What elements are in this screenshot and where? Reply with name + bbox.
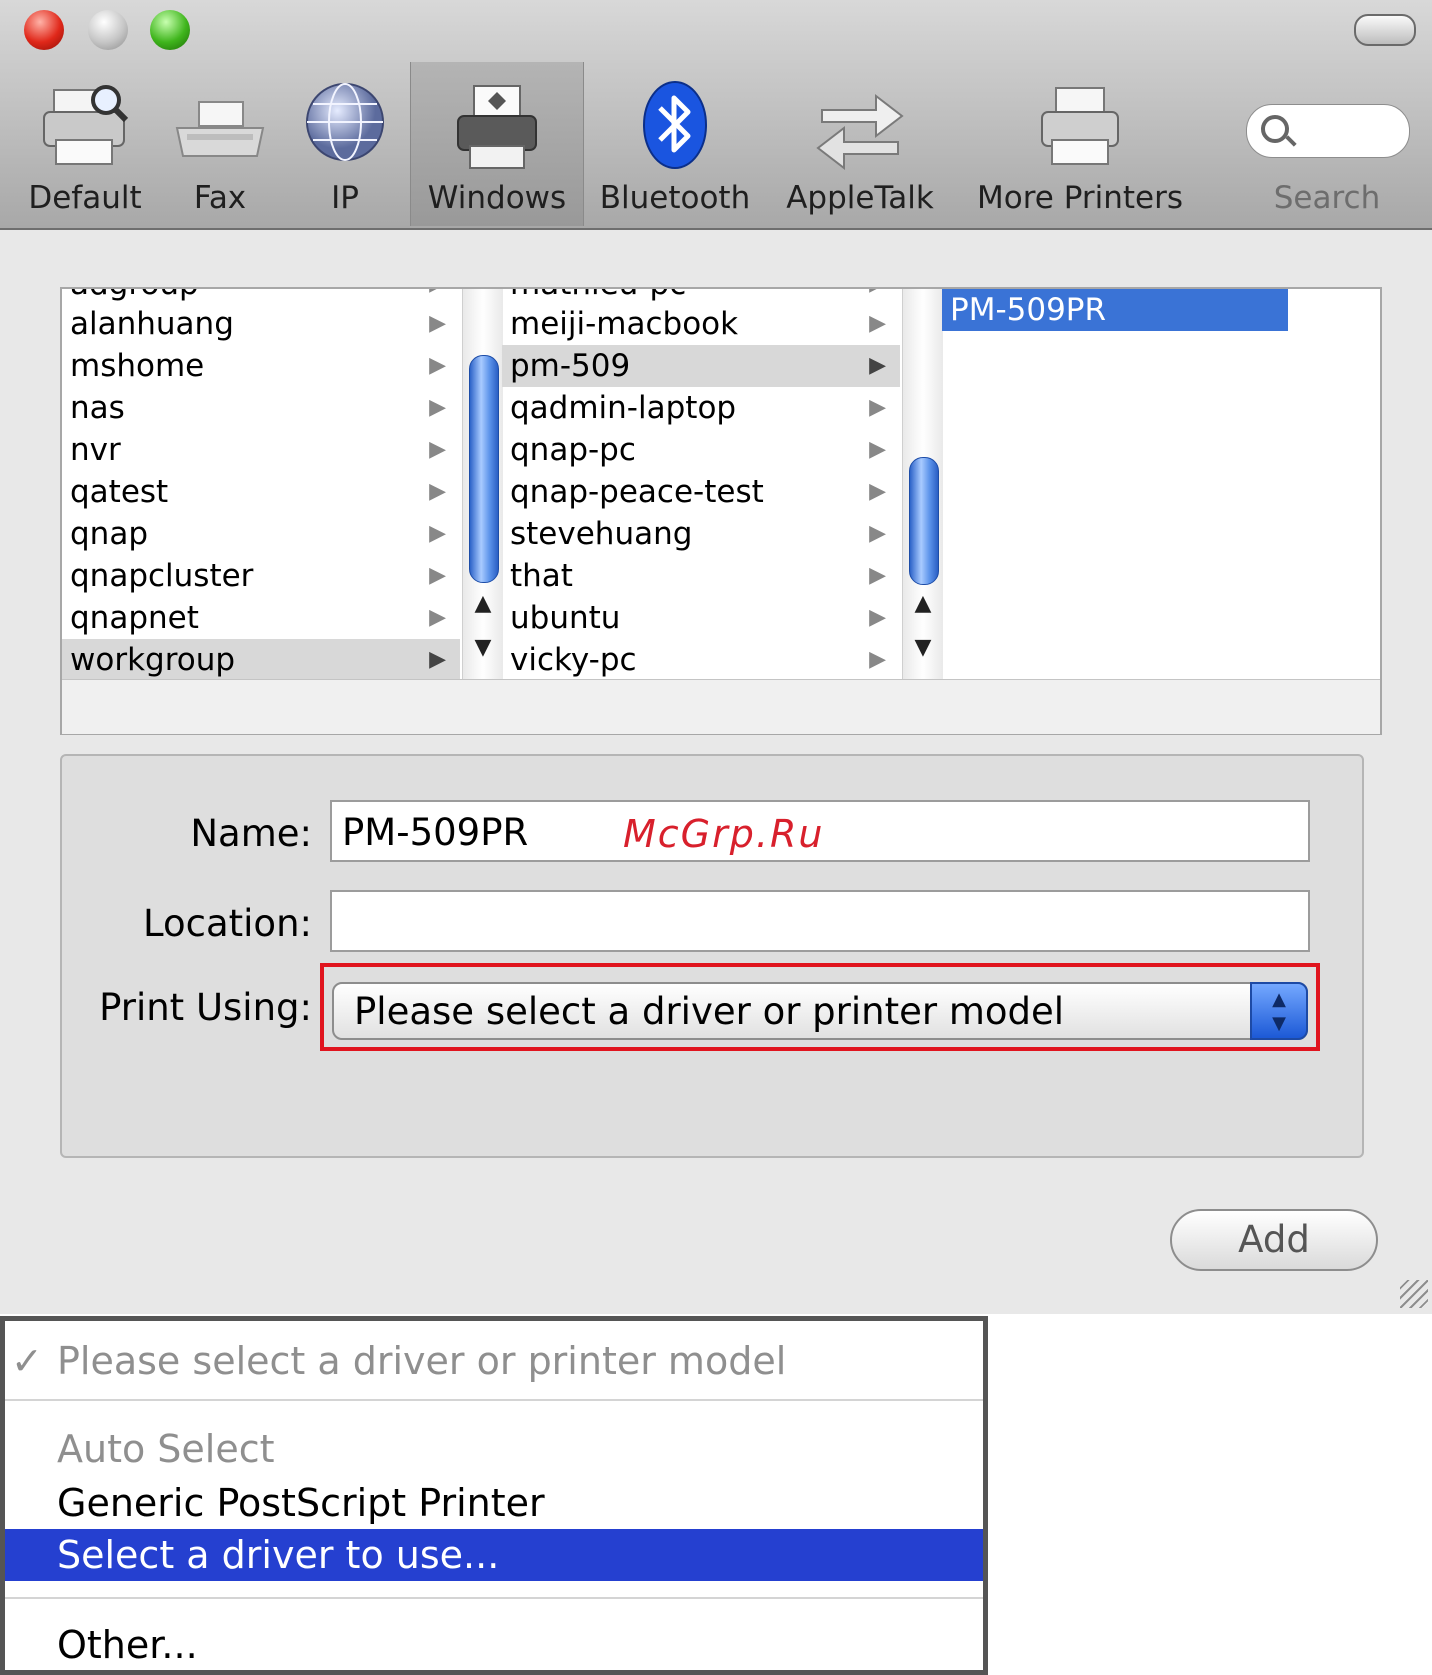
printer-browser: adgroup▶ alanhuang▶ mshome▶ nas▶ nvr▶ qa…: [60, 287, 1382, 735]
checkmark-icon: ✓: [11, 1339, 43, 1383]
toolbar-toggle-button[interactable]: [1354, 14, 1416, 46]
location-field[interactable]: [330, 890, 1310, 952]
chevron-right-icon: ▶: [429, 479, 446, 504]
list-item-selected[interactable]: workgroup ▶: [62, 639, 460, 679]
watermark: McGrp.Ru: [623, 812, 825, 856]
column2-scrollbar[interactable]: ▲ ▼: [902, 289, 943, 679]
list-item[interactable]: qnap ▶: [62, 513, 460, 555]
location-label: Location:: [143, 902, 312, 945]
column1-scrollbar[interactable]: ▲ ▼: [462, 289, 503, 679]
menu-separator: [5, 1597, 983, 1599]
horizontal-scrollbar[interactable]: [62, 679, 1380, 734]
menu-item-select-driver[interactable]: Select a driver to use...: [5, 1529, 983, 1581]
list-item[interactable]: meiji-macbook ▶: [502, 303, 900, 345]
scroll-thumb[interactable]: [469, 355, 499, 583]
list-item[interactable]: qnapcluster ▶: [62, 555, 460, 597]
chevron-right-icon: ▶: [869, 395, 886, 420]
list-item[interactable]: qnap-peace-test ▶: [502, 471, 900, 513]
chevron-right-icon: ▶: [869, 437, 886, 462]
chevron-right-icon: ▶: [429, 563, 446, 588]
chevron-right-icon: ▶: [869, 521, 886, 546]
toolbar-ip-label: IP: [331, 180, 359, 216]
highlight-frame: [320, 963, 1320, 1051]
toolbar-fax-label: Fax: [193, 180, 247, 216]
toolbar-bluetooth[interactable]: Bluetooth: [595, 70, 755, 220]
list-item[interactable]: qatest ▶: [62, 471, 460, 513]
resize-grip-icon[interactable]: [1400, 1280, 1428, 1308]
list-item[interactable]: alanhuang ▶: [62, 303, 460, 345]
scroll-up-arrow-icon[interactable]: ▲: [911, 591, 935, 616]
bluetooth-icon: [643, 81, 707, 169]
toolbar-default[interactable]: Default: [20, 70, 150, 220]
fax-icon: [175, 101, 265, 157]
toolbar-windows[interactable]: Windows: [410, 62, 584, 226]
add-printer-window: Default Fax IP Windows Bluetooth AppleTa…: [0, 0, 1432, 1314]
list-item[interactable]: vicky-pc ▶: [502, 639, 900, 679]
chevron-right-icon: ▶: [869, 605, 886, 630]
chevron-right-icon: ▶: [429, 605, 446, 630]
chevron-right-icon: ▶: [429, 395, 446, 420]
scroll-down-arrow-icon[interactable]: ▼: [911, 635, 935, 660]
chevron-right-icon: ▶: [869, 311, 886, 336]
list-item[interactable]: ubuntu ▶: [502, 597, 900, 639]
chevron-right-icon: ▶: [429, 521, 446, 546]
list-item-selected[interactable]: pm-509 ▶: [502, 345, 900, 387]
appletalk-arrows-icon: [816, 93, 904, 170]
toolbar-default-label: Default: [28, 180, 142, 216]
search-input[interactable]: [1246, 104, 1410, 158]
list-item[interactable]: nas ▶: [62, 387, 460, 429]
menu-item-generic-postscript[interactable]: Generic PostScript Printer: [5, 1477, 983, 1529]
chevron-right-icon: ▶: [429, 647, 446, 672]
menu-separator: [5, 1399, 983, 1401]
list-item[interactable]: qnapnet ▶: [62, 597, 460, 639]
list-item[interactable]: nvr ▶: [62, 429, 460, 471]
toolbar-appletalk-label: AppleTalk: [786, 180, 934, 216]
printer-icon: [1041, 87, 1119, 165]
toolbar-windows-label: Windows: [427, 180, 567, 216]
list-item-selected[interactable]: PM-509PR: [942, 289, 1288, 331]
chevron-right-icon: ▶: [869, 479, 886, 504]
scroll-up-arrow-icon[interactable]: ▲: [471, 591, 495, 616]
toolbar-appletalk[interactable]: AppleTalk: [775, 70, 945, 220]
toolbar-more-printers-label: More Printers: [977, 180, 1183, 216]
print-using-menu: ✓ Please select a driver or printer mode…: [0, 1316, 988, 1675]
list-item[interactable]: qadmin-laptop ▶: [502, 387, 900, 429]
menu-item-auto-select[interactable]: Auto Select: [5, 1423, 983, 1475]
globe-icon: [306, 83, 384, 161]
list-item[interactable]: mshome ▶: [62, 345, 460, 387]
toolbar-ip[interactable]: IP: [290, 70, 400, 220]
list-item[interactable]: that ▶: [502, 555, 900, 597]
list-item[interactable]: stevehuang ▶: [502, 513, 900, 555]
workgroup-column[interactable]: adgroup▶ alanhuang▶ mshome▶ nas▶ nvr▶ qa…: [62, 289, 460, 679]
toolbar-more-printers[interactable]: More Printers: [965, 70, 1195, 220]
toolbar: Default Fax IP Windows Bluetooth AppleTa…: [0, 0, 1432, 230]
menu-item-other[interactable]: Other...: [5, 1619, 983, 1671]
chevron-right-icon: ▶: [869, 647, 886, 672]
list-item[interactable]: qnap-pc ▶: [502, 429, 900, 471]
add-button[interactable]: Add: [1170, 1209, 1378, 1271]
chevron-right-icon: ▶: [429, 437, 446, 462]
name-label: Name:: [190, 812, 312, 855]
close-window-button[interactable]: [24, 10, 64, 50]
default-printer-icon: [43, 85, 129, 165]
computer-column[interactable]: mathieu-pc▶ meiji-macbook▶ pm-509▶ qadmi…: [502, 289, 900, 679]
print-using-label: Print Using:: [99, 986, 312, 1029]
printer-column[interactable]: PM-509PR: [942, 289, 1334, 679]
scroll-down-arrow-icon[interactable]: ▼: [471, 635, 495, 660]
chevron-right-icon: ▶: [429, 353, 446, 378]
zoom-window-button[interactable]: [150, 10, 190, 50]
search-label: Search: [1273, 180, 1381, 216]
chevron-right-icon: ▶: [869, 563, 886, 588]
toolbar-bluetooth-label: Bluetooth: [599, 180, 751, 216]
search-icon: [1261, 115, 1289, 143]
scroll-thumb[interactable]: [909, 457, 939, 585]
menu-item-please-select[interactable]: ✓ Please select a driver or printer mode…: [5, 1335, 983, 1387]
toolbar-fax[interactable]: Fax: [165, 70, 275, 220]
chevron-right-icon: ▶: [869, 353, 886, 378]
minimize-window-button[interactable]: [88, 10, 128, 50]
windows-printer-icon: [457, 85, 537, 169]
chevron-right-icon: ▶: [429, 311, 446, 336]
